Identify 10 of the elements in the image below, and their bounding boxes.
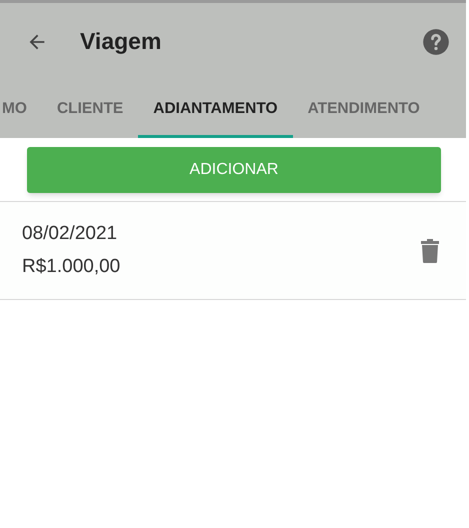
tab[interactable]: CLIENTE xyxy=(42,80,138,138)
trash-icon[interactable] xyxy=(421,238,439,262)
add-button[interactable]: ADICIONAR xyxy=(27,147,441,193)
tab[interactable]: ADIANTAMENTO xyxy=(138,80,293,138)
tab[interactable]: ATENDIMENTO xyxy=(292,80,435,138)
advance-date: 08/02/2021 xyxy=(22,222,118,246)
help-icon[interactable] xyxy=(422,28,450,56)
tab[interactable]: MO xyxy=(0,80,42,138)
advance-amount: R$1.000,00 xyxy=(22,254,120,278)
screen-title: Viagem xyxy=(80,27,162,56)
